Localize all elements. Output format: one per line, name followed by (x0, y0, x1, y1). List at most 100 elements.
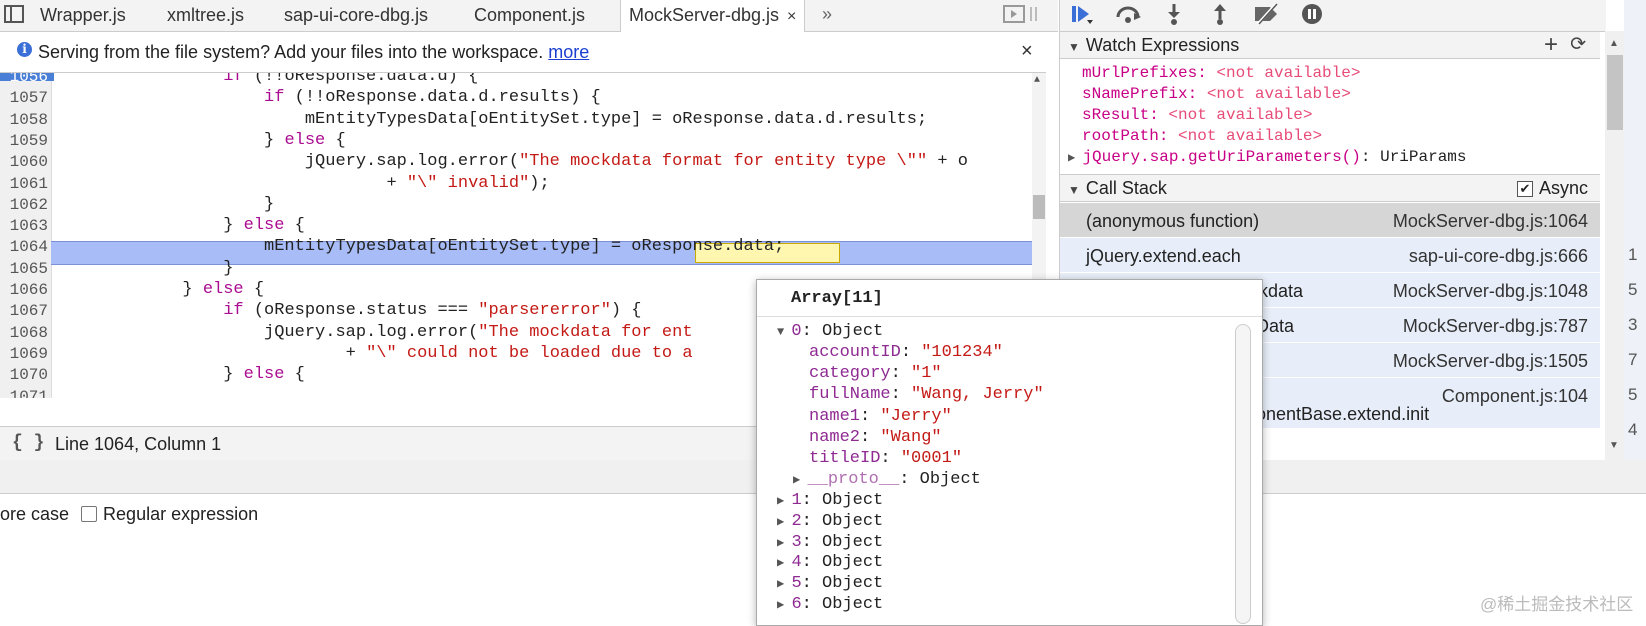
expand-triangle-icon[interactable]: ▶ (777, 515, 791, 529)
tree-node-collapsed[interactable]: ▶ 6: Object (777, 594, 883, 616)
frame-location[interactable]: MockServer-dbg.js:1505 (1393, 351, 1588, 372)
add-watch-icon[interactable]: + (1544, 32, 1558, 58)
right-panel-edge: 1 5 3 7 5 4 (1624, 0, 1646, 460)
frame-location[interactable]: MockServer-dbg.js:1064 (1393, 211, 1588, 232)
debugger-toolbar (1060, 0, 1606, 32)
toggle-debugger-panel-icon[interactable] (1003, 4, 1041, 29)
pause-on-exceptions-icon[interactable] (1298, 3, 1326, 27)
node-type: Object (822, 574, 884, 594)
line-number[interactable]: 1061 (0, 173, 48, 195)
expanded-triangle-icon[interactable]: ▼ (777, 325, 791, 339)
line-number[interactable]: 1057 (0, 87, 48, 109)
tab-wrapper-js[interactable]: Wrapper.js (40, 0, 126, 31)
watch-item[interactable]: rootPath: <not available> (1082, 126, 1322, 147)
property-value: "0001" (900, 449, 963, 468)
expand-triangle-icon[interactable]: ▶ (777, 598, 791, 612)
call-stack-header[interactable]: ▼ Call Stack ✔ Async (1060, 174, 1600, 202)
tree-node-collapsed[interactable]: ▶ 5: Object (777, 573, 883, 595)
tab-close-icon[interactable]: × (787, 8, 796, 25)
scroll-up-arrow-icon[interactable]: ▲ (1034, 75, 1040, 86)
regex-checkbox[interactable] (81, 506, 98, 522)
watch-title: Watch Expressions (1085, 35, 1240, 55)
object-preview-popover[interactable]: Array[11] ▼ 0: Object accountID: "101234… (756, 279, 1263, 626)
scroll-down-arrow-icon[interactable]: ▼ (1609, 440, 1619, 451)
tree-node-collapsed[interactable]: ▶ 1: Object (777, 490, 883, 512)
workspace-infobar: i Serving from the file system? Add your… (0, 32, 1046, 73)
object-property[interactable]: fullName: "Wang, Jerry" (809, 384, 1044, 405)
object-property[interactable]: name2: "Wang" (809, 427, 942, 448)
editor-vertical-scroll-thumb[interactable] (1033, 195, 1045, 219)
async-option[interactable]: ✔ Async (1516, 175, 1588, 201)
line-number[interactable]: 1064 (0, 236, 48, 258)
resume-icon[interactable] (1068, 3, 1096, 27)
line-number[interactable]: 1060 (0, 151, 48, 173)
code-text: if (oResponse.status === "parsererror") … (223, 301, 642, 321)
infobar-more-link[interactable]: more (548, 42, 589, 62)
line-number[interactable]: 1070 (0, 364, 48, 386)
node-type: Object (919, 470, 981, 489)
async-checkbox[interactable]: ✔ (1516, 181, 1533, 197)
watch-value: UriParams (1380, 148, 1467, 166)
watch-item-expandable[interactable]: ▶ jQuery.sap.getUriParameters(): UriPara… (1068, 147, 1467, 169)
step-into-icon[interactable] (1160, 3, 1188, 27)
frame-location[interactable]: MockServer-dbg.js:1048 (1393, 281, 1588, 302)
watch-expressions-header[interactable]: ▼ Watch Expressions + ⟳ (1060, 31, 1600, 59)
line-number[interactable]: 1062 (0, 194, 48, 216)
expand-triangle-icon[interactable]: ▶ (793, 473, 807, 487)
popover-scrollbar[interactable] (1235, 324, 1251, 624)
frame-location[interactable]: Component.js:104 (1442, 386, 1588, 407)
line-number[interactable]: 1068 (0, 322, 48, 344)
expand-triangle-icon[interactable]: ▶ (777, 536, 791, 550)
line-number[interactable]: 1056 (0, 73, 48, 88)
step-over-icon[interactable] (1114, 3, 1142, 27)
pretty-print-button[interactable]: { } (12, 433, 44, 453)
step-out-icon[interactable] (1206, 3, 1234, 27)
tree-node-collapsed[interactable]: ▶ 2: Object (777, 511, 883, 533)
line-number[interactable]: 1065 (0, 258, 48, 280)
sidebar-scroll-thumb[interactable] (1607, 55, 1623, 130)
expand-triangle-icon[interactable]: ▶ (777, 577, 791, 591)
call-frame[interactable]: jQuery.extend.each sap-ui-core-dbg.js:666 (1060, 238, 1600, 273)
line-number[interactable]: 1066 (0, 279, 48, 301)
line-number[interactable]: 1063 (0, 215, 48, 237)
line-number[interactable]: 1059 (0, 130, 48, 152)
line-number[interactable]: 1071 (0, 386, 48, 399)
tree-node-collapsed[interactable]: ▶ 4: Object (777, 552, 883, 574)
watermark: @稀土掘金技术社区 (1480, 595, 1634, 614)
node-key: 6 (791, 595, 802, 614)
object-property[interactable]: name1: "Jerry" (809, 406, 952, 427)
watch-item[interactable]: sResult: <not available> (1082, 105, 1312, 126)
navigator-toggle-icon[interactable] (4, 5, 24, 23)
object-property[interactable]: category: "1" (809, 363, 942, 384)
deactivate-breakpoints-icon[interactable] (1252, 2, 1280, 27)
line-number[interactable]: 1069 (0, 343, 48, 365)
line-number[interactable]: 1058 (0, 109, 48, 131)
scroll-up-arrow-icon[interactable]: ▲ (1609, 38, 1619, 49)
more-tabs-button[interactable]: » (822, 0, 832, 28)
watch-item[interactable]: mUrlPrefixes: <not available> (1082, 63, 1360, 84)
object-property[interactable]: accountID: "101234" (809, 342, 1003, 363)
expand-triangle-icon[interactable]: ▶ (777, 556, 791, 570)
tab-component-js[interactable]: Component.js (474, 0, 585, 31)
call-stack-title: Call Stack (1085, 178, 1167, 198)
line-number[interactable]: 1067 (0, 300, 48, 322)
node-type: Object (822, 553, 884, 573)
frame-location[interactable]: sap-ui-core-dbg.js:666 (1409, 246, 1588, 267)
refresh-watch-icon[interactable]: ⟳ (1570, 32, 1586, 58)
tab-mockserver-dbg-js[interactable]: MockServer-dbg.js × (620, 0, 806, 32)
infobar-close-icon[interactable]: × (1021, 40, 1033, 63)
expand-triangle-icon[interactable]: ▶ (777, 494, 791, 508)
call-frame[interactable]: (anonymous function) MockServer-dbg.js:10… (1060, 203, 1600, 238)
code-text: if (!!oResponse.data.d.results) { (264, 88, 601, 108)
frame-location[interactable]: MockServer-dbg.js:787 (1403, 316, 1588, 337)
expand-triangle-icon[interactable]: ▶ (1068, 151, 1082, 165)
property-value: "101234" (921, 343, 1003, 362)
tree-node-collapsed[interactable]: ▶ 3: Object (777, 532, 883, 554)
tab-xmltree-js[interactable]: xmltree.js (167, 0, 244, 31)
proto-node[interactable]: ▶ __proto__: Object (793, 469, 981, 491)
tree-node-expanded[interactable]: ▼ 0: Object (777, 321, 883, 343)
object-property[interactable]: titleID: "0001" (809, 448, 962, 469)
tab-sap-ui-core-dbg-js[interactable]: sap-ui-core-dbg.js (284, 0, 428, 31)
cursor-position: Line 1064, Column 1 (55, 434, 222, 454)
watch-item[interactable]: sNamePrefix: <not available> (1082, 84, 1351, 105)
